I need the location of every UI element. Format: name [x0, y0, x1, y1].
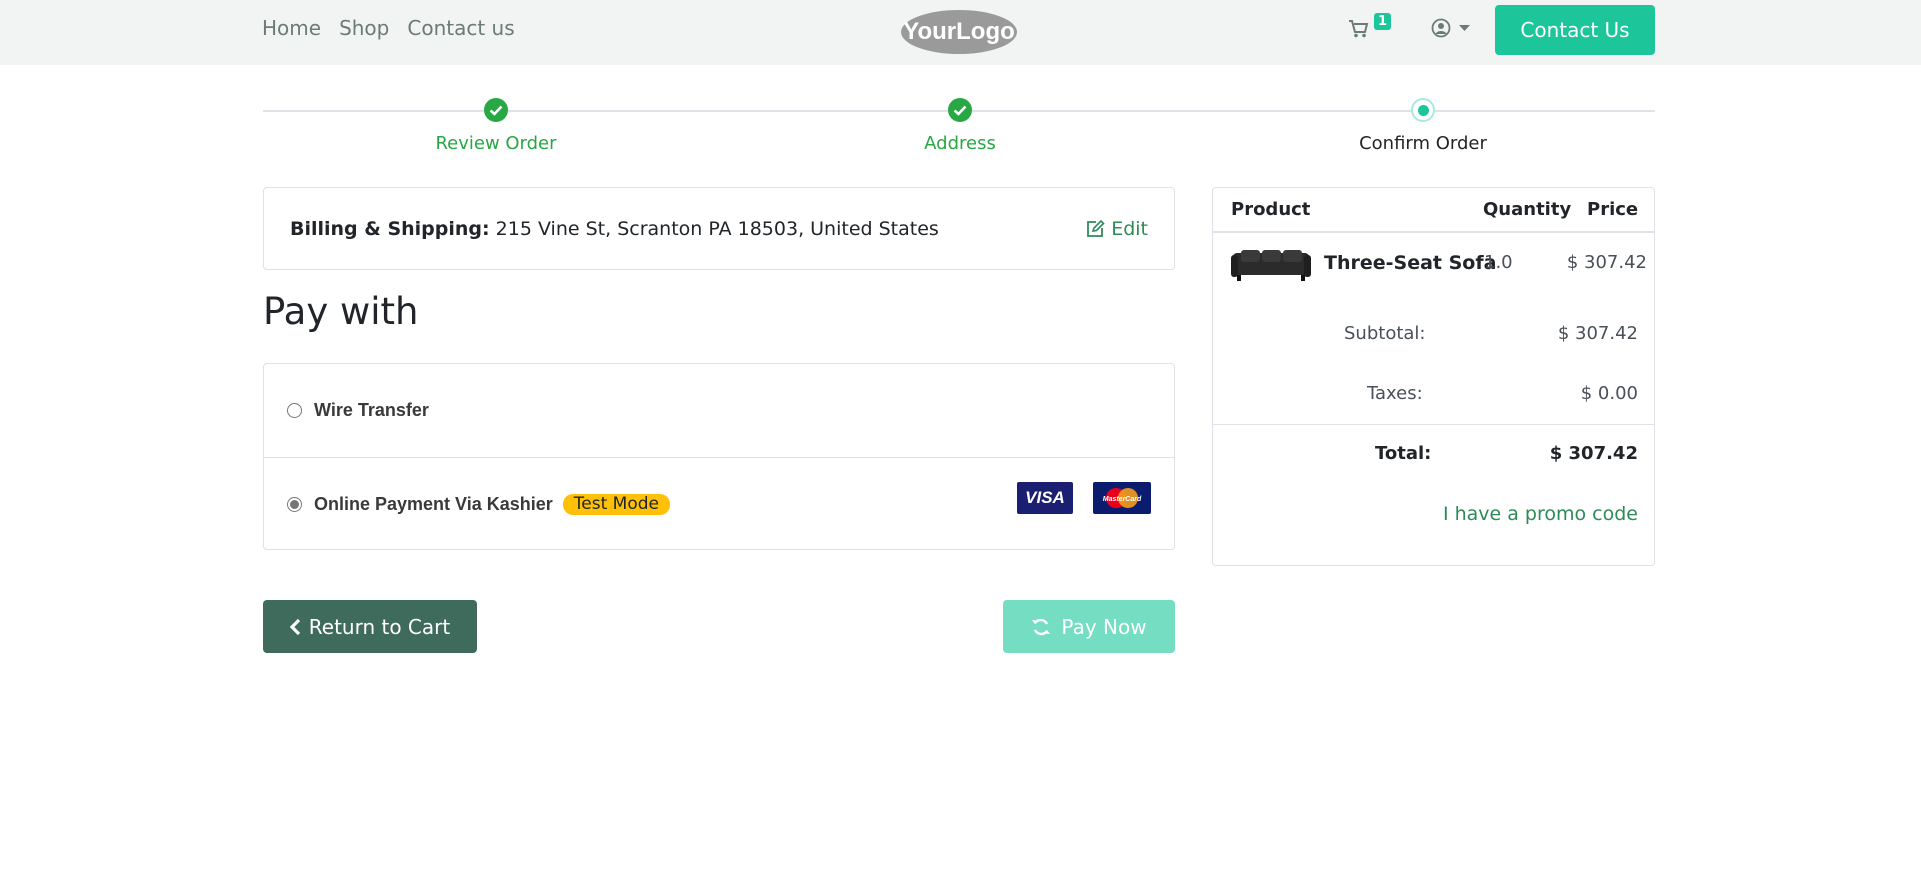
refresh-icon — [1032, 618, 1051, 635]
payment-methods-list: Wire Transfer Online Payment Via Kashier… — [263, 363, 1175, 550]
edit-icon — [1087, 219, 1105, 237]
return-to-cart-button[interactable]: Return to Cart — [263, 600, 477, 653]
kashier-radio[interactable] — [287, 496, 302, 512]
cart-button[interactable]: 1 — [1349, 13, 1393, 43]
test-mode-badge: Test Mode — [562, 493, 670, 515]
payment-option-wire-transfer[interactable]: Wire Transfer — [264, 364, 1174, 457]
subtotal-label: Subtotal: — [1344, 323, 1426, 344]
user-circle-icon — [1431, 18, 1451, 38]
wire-transfer-radio[interactable] — [287, 403, 302, 418]
promo-code-link[interactable]: I have a promo code — [1443, 503, 1638, 525]
check-circle-icon — [484, 98, 508, 122]
header-price: Price — [1587, 199, 1639, 220]
mastercard-text: MasterCard — [1103, 496, 1142, 503]
check-circle-icon — [948, 98, 972, 122]
billing-info: Billing & Shipping: 215 Vine St, Scranto… — [290, 218, 939, 240]
summary-divider — [1213, 424, 1654, 425]
step-review-order[interactable]: Review Order — [376, 98, 616, 154]
step-address[interactable]: Address — [840, 98, 1080, 154]
caret-down-icon — [1459, 25, 1470, 31]
top-navbar: Home Shop Contact us YourLogo 1 Contact … — [0, 0, 1921, 65]
taxes-value: $ 0.00 — [1580, 383, 1638, 404]
step-label: Confirm Order — [1359, 133, 1487, 154]
billing-label: Billing & Shipping: — [290, 217, 490, 240]
nav-contact-link[interactable]: Contact us — [407, 16, 514, 40]
mastercard-icon: MasterCard — [1093, 482, 1151, 514]
accepted-cards: VISA MasterCard — [1017, 482, 1151, 514]
total-value: $ 307.42 — [1549, 443, 1638, 464]
table-row: Three-Seat Sofa 1.0 $ 307.42 — [1213, 233, 1654, 313]
order-summary-card: Product Quantity Price Three-Seat Sofa 1… — [1212, 187, 1655, 566]
pay-with-heading: Pay with — [263, 290, 419, 333]
billing-address: 215 Vine St, Scranton PA 18503, United S… — [495, 217, 939, 240]
shopping-cart-icon — [1349, 20, 1369, 38]
payment-option-kashier[interactable]: Online Payment Via Kashier Test Mode VIS… — [264, 457, 1174, 550]
product-name[interactable]: Three-Seat Sofa — [1324, 252, 1496, 274]
nav-home-link[interactable]: Home — [262, 16, 321, 40]
site-logo[interactable]: YourLogo — [900, 7, 1018, 55]
subtotal-value: $ 307.42 — [1557, 323, 1638, 344]
payment-option-label: Online Payment Via Kashier — [314, 493, 553, 514]
step-label: Review Order — [435, 133, 557, 154]
visa-card-icon: VISA — [1017, 482, 1073, 514]
pay-now-label: Pay Now — [1061, 614, 1147, 639]
step-label: Address — [924, 133, 996, 154]
header-product: Product — [1231, 199, 1311, 220]
step-confirm-order: Confirm Order — [1303, 98, 1543, 154]
billing-shipping-card: Billing & Shipping: 215 Vine St, Scranto… — [263, 187, 1175, 270]
return-to-cart-label: Return to Cart — [308, 614, 451, 639]
edit-label: Edit — [1111, 217, 1148, 240]
cart-count-badge: 1 — [1374, 13, 1392, 30]
logo-text: YourLogo — [903, 18, 1015, 45]
product-image[interactable] — [1231, 247, 1311, 285]
summary-table-header: Product Quantity Price — [1213, 188, 1654, 233]
product-price: $ 307.42 — [1566, 252, 1647, 273]
payment-option-label: Wire Transfer — [314, 400, 429, 420]
contact-us-button[interactable]: Contact Us — [1495, 5, 1655, 55]
taxes-label: Taxes: — [1367, 383, 1423, 404]
current-step-dot-icon — [1411, 98, 1435, 122]
total-label: Total: — [1375, 443, 1432, 464]
pay-now-button[interactable]: Pay Now — [1003, 600, 1175, 653]
header-quantity: Quantity — [1483, 199, 1572, 220]
chevron-left-icon — [289, 618, 300, 635]
product-quantity: 1.0 — [1484, 252, 1513, 273]
main-nav: Home Shop Contact us — [262, 16, 515, 40]
edit-address-link[interactable]: Edit — [1086, 218, 1148, 240]
user-menu-dropdown[interactable] — [1431, 16, 1479, 40]
nav-shop-link[interactable]: Shop — [339, 16, 389, 40]
